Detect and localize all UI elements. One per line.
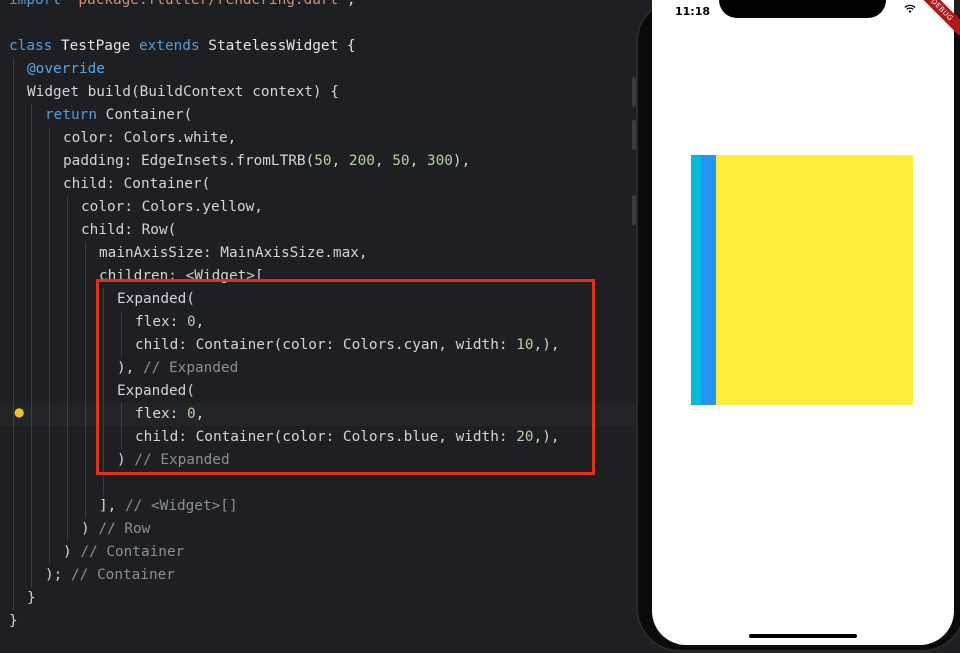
code-line: color: Colors.yellow, [81,199,263,215]
code-line: } [27,590,36,606]
code-line: return Container( [45,107,193,123]
code-line: child: Row( [81,222,177,238]
code-line: mainAxisSize: MainAxisSize.max, [99,245,368,261]
code-line: child: Container( [63,176,211,192]
code-editor[interactable]: import 'package:flutter/rendering.dart';… [0,0,640,653]
wifi-icon [904,4,916,17]
blue-container [701,155,716,405]
code-line: import 'package:flutter/rendering.dart'; [9,0,356,8]
code-line: ) // Row [81,521,151,537]
code-line: ) // Container [63,544,185,560]
indent-guide [13,58,14,610]
code-line: ); // Container [45,567,175,583]
lightbulb-icon[interactable]: ● [14,405,26,419]
yellow-container [691,155,913,405]
code-line: padding: EdgeInsets.fromLTRB(50, 200, 50… [63,153,471,169]
code-line: ], // <Widget>[] [99,498,238,514]
cyan-container [691,155,701,405]
status-time: 11:18 [675,5,711,18]
code-line: Widget build(BuildContext context) { [27,84,339,100]
phone-notch [719,0,886,18]
indent-guide [31,104,32,587]
indent-guide [49,127,50,564]
home-indicator [749,634,857,638]
code-line: @override [27,61,105,77]
highlight-box [96,279,595,475]
indent-guide [67,196,68,541]
code-line: } [9,613,18,629]
code-line: class TestPage extends StatelessWidget { [9,38,356,54]
code-line: color: Colors.white, [63,130,237,146]
indent-guide [85,242,86,518]
